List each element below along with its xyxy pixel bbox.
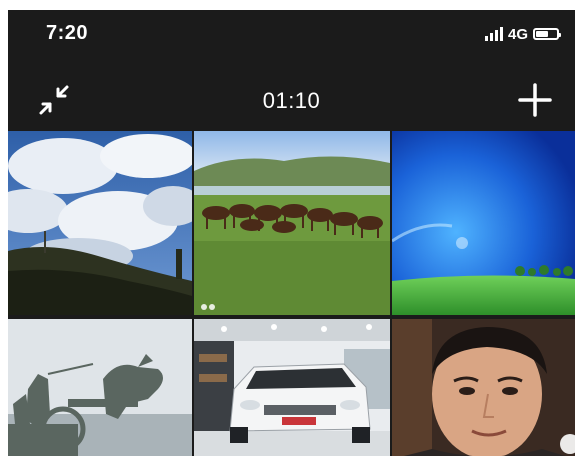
photo-tile-suv[interactable] (192, 319, 390, 456)
photo-tile-sky[interactable] (8, 131, 192, 315)
recording-timer: 01:10 (262, 88, 321, 113)
photo-tile-wallpaper[interactable] (390, 131, 575, 315)
photo-tile-portrait[interactable] (390, 319, 575, 456)
photo-tile-statue[interactable] (8, 319, 192, 456)
phone-screen: 7:20 4G 01:10 (8, 10, 575, 456)
plus-icon (518, 83, 552, 117)
toolbar: 01:10 (8, 70, 575, 130)
add-button[interactable] (515, 80, 555, 120)
battery-icon (533, 28, 561, 40)
network-label: 4G (507, 25, 528, 43)
status-time: 7:20 (46, 22, 89, 44)
status-indicators: 4G (484, 24, 561, 44)
signal-icon (484, 27, 503, 41)
photo-tile-horses[interactable] (192, 131, 390, 315)
photo-grid (8, 131, 575, 456)
status-bar: 7:20 4G (8, 10, 575, 60)
